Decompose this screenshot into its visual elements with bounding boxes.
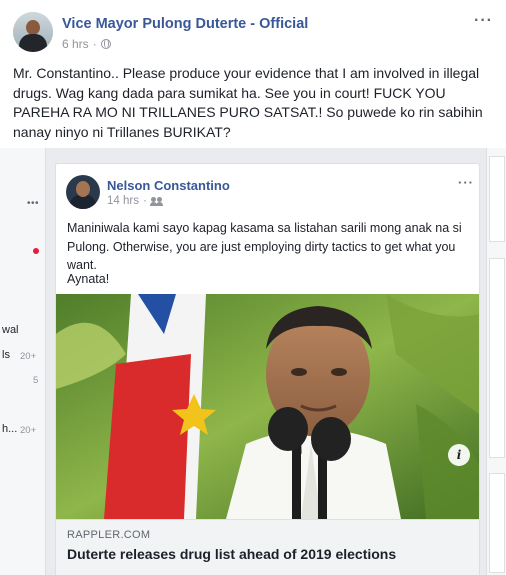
photo-illustration xyxy=(56,294,479,519)
shared-post-time[interactable]: 14 hrs xyxy=(107,195,139,207)
shared-author-avatar[interactable] xyxy=(66,175,100,209)
left-text-1: wal xyxy=(2,324,19,336)
link-domain: RAPPLER.COM xyxy=(67,529,151,541)
post-text: Mr. Constantino.. Please produce your ev… xyxy=(13,65,483,140)
shared-more-options-icon[interactable]: ··· xyxy=(458,175,474,190)
left-text-2: ls xyxy=(2,349,10,361)
more-options-icon[interactable]: ··· xyxy=(474,12,493,30)
post-meta: 6 hrs · xyxy=(62,37,111,51)
shared-post-text-2: Aynata! xyxy=(67,272,110,286)
left-more-icon[interactable]: ••• xyxy=(27,198,39,209)
post-time[interactable]: 6 hrs xyxy=(62,37,89,51)
shared-post: Nelson Constantino 14 hrs · ··· Maniniwa… xyxy=(55,163,480,575)
shared-post-meta: 14 hrs · xyxy=(107,195,163,207)
post-header: Vice Mayor Pulong Duterte - Official 6 h… xyxy=(0,0,506,60)
info-icon[interactable]: i xyxy=(448,444,470,466)
author-avatar[interactable] xyxy=(13,12,53,52)
globe-icon xyxy=(100,39,111,49)
link-preview-image[interactable]: i xyxy=(56,294,479,519)
left-count-3: 20+ xyxy=(20,425,37,436)
left-column: ••• wal ls 20+ 5 h... 20+ xyxy=(0,148,46,575)
left-count-1: 20+ xyxy=(20,351,37,362)
left-count-2: 5 xyxy=(33,375,39,386)
notification-dot xyxy=(33,248,39,254)
author-name[interactable]: Vice Mayor Pulong Duterte - Official xyxy=(62,16,308,32)
right-column xyxy=(486,148,506,575)
shared-author-name[interactable]: Nelson Constantino xyxy=(107,178,230,193)
friends-icon xyxy=(149,196,163,206)
link-title[interactable]: Duterte releases drug list ahead of 2019… xyxy=(67,546,396,562)
link-preview[interactable]: RAPPLER.COM Duterte releases drug list a… xyxy=(56,519,479,575)
left-text-3: h... xyxy=(2,423,18,435)
shared-post-text: Maniniwala kami sayo kapag kasama sa lis… xyxy=(67,221,462,272)
